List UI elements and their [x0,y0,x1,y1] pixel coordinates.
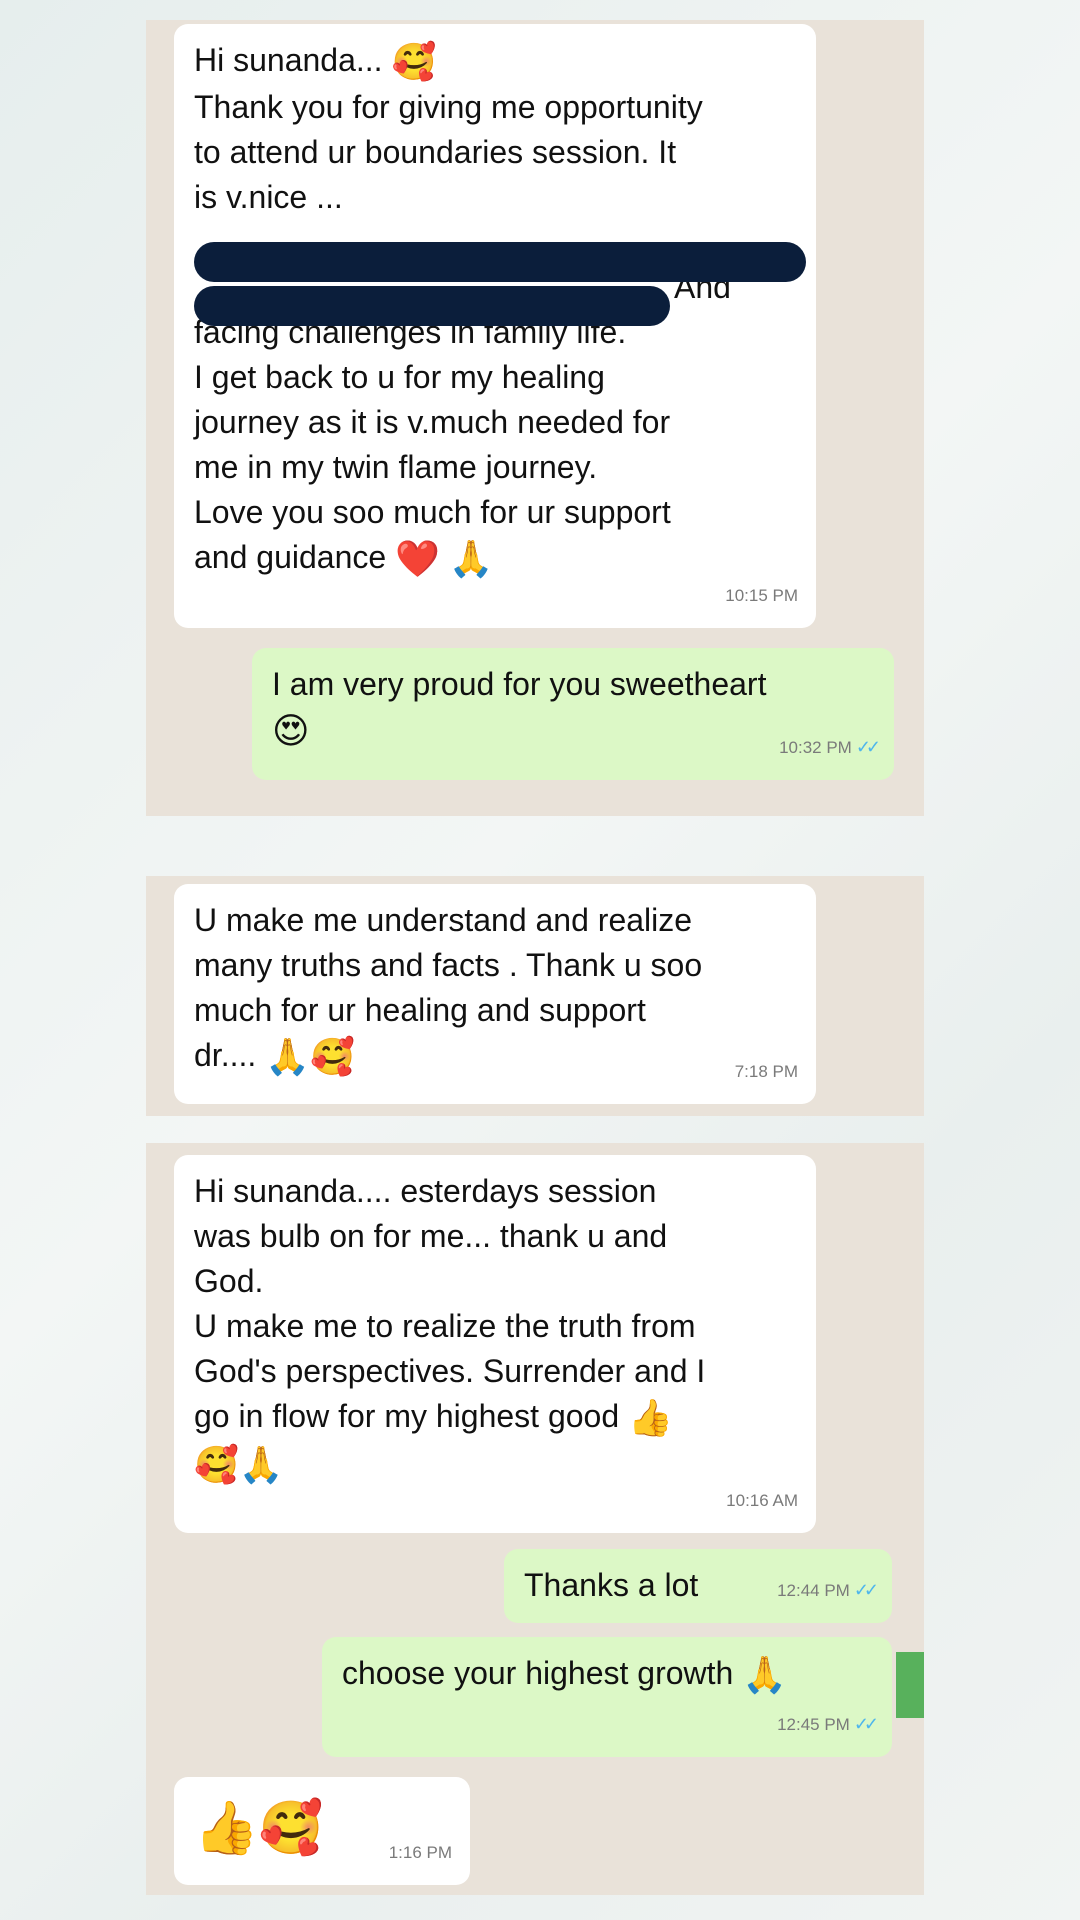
read-receipt-icon: ✓✓ [853,1580,879,1600]
message-text: is v.nice ... [194,179,343,216]
incoming-message[interactable]: Hi sunanda.... esterdays session was bul… [174,1155,816,1533]
message-time: 12:45 PM [777,1715,850,1734]
message-text: and guidance [194,539,396,576]
outgoing-message[interactable]: choose your highest growth 🙏 12:45 PM ✓✓ [322,1637,892,1757]
message-text: many truths and facts . Thank u soo [194,947,703,983]
message-line: choose your highest growth 🙏 [342,1651,872,1698]
message-text: go in flow for my highest good [194,1398,629,1434]
message-text: U make me to realize the truth from [194,1308,696,1344]
incoming-message[interactable]: 👍🥰 1:16 PM [174,1777,470,1885]
message-text: Thank you for giving me opportunity [194,89,703,126]
folded-hands-icon: 🙏 [238,1445,284,1487]
scroll-indicator [896,1652,924,1718]
folded-hands-icon: 🙏 [448,539,494,581]
message-text: choose your highest growth [342,1655,743,1691]
message-line: 🥰🙏 [194,1441,796,1488]
message-line: go in flow for my highest good 👍 [194,1394,796,1441]
outgoing-message[interactable]: Thanks a lot 12:44 PM ✓✓ [504,1549,892,1623]
outgoing-message[interactable]: I am very proud for you sweetheart 😍 10:… [252,648,894,780]
message-line: dr.... 🙏🥰 [194,1033,796,1080]
message-timestamp: 1:16 PM [388,1843,452,1862]
message-text: Hi sunanda... [194,42,392,78]
folded-hands-icon: 🙏 [742,1655,788,1697]
smiling-face-with-hearts-icon: 🥰 [391,42,437,84]
message-text: dr.... [194,1037,266,1073]
redaction-bar [194,286,670,326]
message-text: me in my twin flame journey. [194,449,598,486]
message-timestamp: 10:16 AM [726,1491,798,1510]
message-time: 12:44 PM [777,1581,850,1600]
message-text: God's perspectives. Surrender and I [194,1353,706,1389]
incoming-message[interactable]: Hi sunanda... 🥰 Thank you for giving me … [174,24,816,628]
message-text: I am very proud for you sweetheart [272,666,767,702]
message-text: was bulb on for me... thank u and [194,1218,668,1254]
message-text: to attend ur boundaries session. It [194,134,677,171]
chat-screenshot-2: U make me understand and realize many tr… [146,876,924,1116]
message-timestamp: 12:44 PM ✓✓ [777,1568,879,1613]
message-text: God. [194,1263,264,1299]
message-text: Hi sunanda.... esterdays session [194,1173,657,1209]
chat-screenshot-3: Hi sunanda.... esterdays session was bul… [146,1143,924,1895]
folded-hands-icon: 🙏 [265,1037,310,1079]
read-receipt-icon: ✓✓ [853,1714,879,1734]
thumbs-up-icon: 👍 [628,1398,673,1440]
message-timestamp: 10:15 PM [725,586,798,605]
smiling-face-with-hearts-icon: 🥰 [258,1798,324,1859]
smiling-face-with-hearts-icon: 🥰 [309,1037,355,1079]
red-heart-icon: ❤️ [395,539,440,581]
message-timestamp: 10:32 PM ✓✓ [779,725,881,770]
message-text: U make me understand and realize [194,902,693,938]
smiling-face-with-hearts-icon: 🥰 [194,1445,239,1487]
message-line: and guidance ❤️ 🙏 [194,535,796,582]
message-text: journey as it is v.much needed for [194,404,671,441]
message-time: 10:32 PM [779,738,852,757]
heart-eyes-icon: 😍 [272,711,310,753]
message-timestamp: 12:45 PM ✓✓ [777,1702,879,1747]
read-receipt-icon: ✓✓ [855,737,881,757]
redaction-bar [194,242,806,282]
thumbs-up-icon: 👍 [194,1798,259,1859]
message-line: Hi sunanda... 🥰 [194,38,796,85]
incoming-message[interactable]: U make me understand and realize many tr… [174,884,816,1104]
message-text: Love you soo much for ur support [194,494,671,531]
message-text: much for ur healing and support [194,992,646,1028]
message-text: I get back to u for my healing [194,359,605,396]
message-timestamp: 7:18 PM [734,1062,798,1081]
chat-screenshot-1: Hi sunanda... 🥰 Thank you for giving me … [146,20,924,816]
